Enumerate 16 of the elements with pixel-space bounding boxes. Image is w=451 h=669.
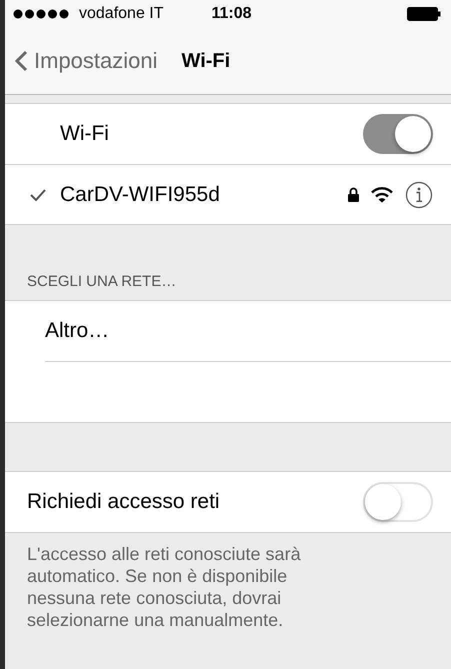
carrier-name: vodafone IT xyxy=(79,5,164,23)
info-icon[interactable] xyxy=(405,180,433,208)
footer-note: L'accesso alle reti conosciute sarà automatico. Se non è disponibile nessuna rete conosciuta, dovrai selezionarne una manualmente. xyxy=(27,543,302,631)
network-row[interactable]: CarDV-WIFI955d xyxy=(5,164,451,224)
battery-icon xyxy=(407,7,441,21)
wifi-label: Wi-Fi xyxy=(60,122,110,146)
nav-title: Wi-Fi xyxy=(182,50,230,72)
chevron-left-icon xyxy=(15,50,28,72)
ask-to-join-toggle[interactable] xyxy=(363,482,433,522)
status-time: 11:08 xyxy=(212,5,253,23)
section-header: SCEGLI UNA RETE… xyxy=(26,273,178,292)
network-name: CarDV-WIFI955d xyxy=(60,182,221,206)
wifi-icon xyxy=(371,186,393,202)
wifi-toggle[interactable] xyxy=(363,114,433,154)
ask-to-join-label: Richiedi accesso reti xyxy=(27,490,221,514)
back-link[interactable]: Impostazioni xyxy=(15,48,158,74)
